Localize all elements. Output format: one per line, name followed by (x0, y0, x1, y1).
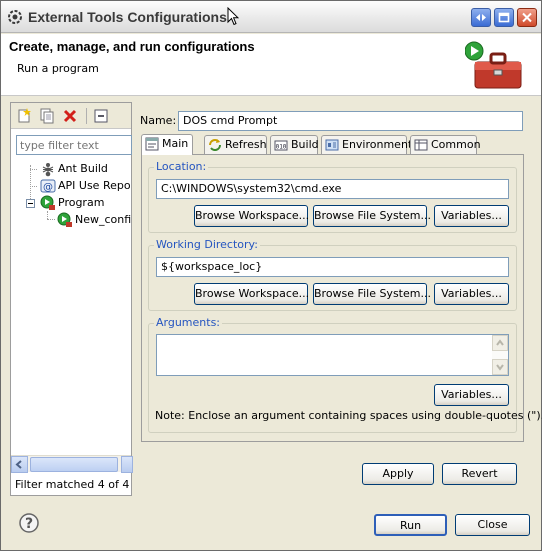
tab-main[interactable]: Main (141, 134, 193, 155)
tab-label: Build (291, 138, 319, 151)
maximize-button[interactable] (494, 8, 514, 27)
working-directory-title: Working Directory: (154, 238, 260, 251)
common-icon (414, 139, 428, 151)
banner-subtitle: Run a program (17, 62, 99, 75)
scroll-thumb[interactable] (30, 457, 118, 472)
collapse-all-icon[interactable] (93, 108, 109, 124)
delete-icon[interactable] (62, 108, 78, 124)
location-browse-workspace-button[interactable]: Browse Workspace... (194, 205, 309, 227)
close-window-button[interactable] (517, 8, 537, 27)
maximize-icon (498, 12, 510, 23)
mouse-cursor-icon (227, 7, 239, 26)
tree-horizontal-scrollbar[interactable] (11, 455, 133, 473)
arguments-variables-button[interactable]: Variables... (434, 384, 509, 406)
close-icon (522, 12, 532, 23)
main-tab-icon (145, 137, 159, 151)
new-configuration-icon[interactable] (16, 108, 32, 124)
tree-item-label: Program (58, 196, 105, 209)
location-group: Location: C:\WINDOWS\system32\cmd.exe Br… (148, 160, 517, 233)
title-bar[interactable]: External Tools Configurations (1, 1, 541, 33)
arrow-down-icon (496, 364, 504, 371)
tab-label: Environment (342, 138, 413, 151)
tab-refresh[interactable]: Refresh (204, 135, 267, 154)
working-directory-variables-button[interactable]: Variables... (434, 283, 509, 305)
location-browse-file-system-button[interactable]: Browse File System... (313, 205, 431, 227)
program-run-icon (40, 195, 55, 210)
svg-text:@: @ (43, 182, 53, 193)
filter-status: Filter matched 4 of 4 items (15, 478, 131, 491)
tree-guide (47, 219, 55, 220)
toolbox-run-icon (465, 41, 522, 89)
build-icon: 010 (274, 140, 288, 151)
revert-button[interactable]: Revert (442, 463, 517, 485)
configurations-panel: Ant Build @ API Use Report Program (10, 102, 133, 496)
name-label: Name: (140, 114, 177, 127)
tab-label: Common (431, 138, 481, 151)
tab-common[interactable]: Common (410, 135, 481, 154)
environment-icon (325, 139, 339, 151)
working-directory-group: Working Directory: ${workspace_loc} Brow… (148, 238, 517, 311)
eclipse-icon (8, 10, 22, 24)
name-input[interactable]: DOS cmd Prompt (178, 111, 523, 131)
tab-label: Main (162, 137, 189, 150)
ant-icon (42, 163, 54, 177)
api-report-icon: @ (40, 179, 56, 193)
scroll-left-button[interactable] (11, 456, 28, 473)
program-run-icon (57, 212, 72, 227)
refresh-icon (209, 139, 221, 151)
duplicate-icon[interactable] (39, 108, 55, 124)
arguments-note: Note: Enclose an argument containing spa… (155, 409, 542, 422)
configuration-tree: Ant Build @ API Use Report Program (11, 161, 131, 451)
swap-button[interactable] (471, 8, 491, 27)
working-directory-browse-file-system-button[interactable]: Browse File System... (313, 283, 431, 305)
svg-text:?: ? (25, 516, 33, 532)
tree-expander-program[interactable] (26, 199, 35, 208)
filter-input[interactable] (16, 135, 132, 155)
scroll-up-button[interactable] (492, 335, 508, 351)
tree-item-label: API Use Report (58, 179, 131, 192)
arrow-up-icon (496, 339, 504, 346)
header-banner: Create, manage, and run configurations R… (1, 34, 541, 96)
toolbar-separator (86, 108, 87, 124)
tree-item-label: Ant Build (58, 162, 108, 175)
arguments-title: Arguments: (154, 316, 223, 329)
scroll-down-button[interactable] (492, 359, 508, 375)
apply-button[interactable]: Apply (362, 463, 434, 485)
swap-arrows-icon (476, 14, 486, 21)
window-title: External Tools Configurations (28, 9, 227, 25)
tab-environment[interactable]: Environment (321, 135, 412, 154)
close-button[interactable]: Close (455, 514, 530, 536)
run-button[interactable]: Run (374, 514, 447, 536)
arrow-left-icon (15, 460, 22, 469)
banner-title: Create, manage, and run configurations (9, 39, 255, 54)
main-tab-content: Location: C:\WINDOWS\system32\cmd.exe Br… (141, 154, 542, 442)
location-variables-button[interactable]: Variables... (434, 205, 509, 227)
help-icon[interactable]: ? (19, 513, 39, 533)
tree-guide (30, 186, 37, 187)
tab-build[interactable]: 010 Build (270, 135, 319, 154)
configurations-toolbar (11, 103, 131, 129)
tree-guide (47, 211, 48, 219)
working-directory-browse-workspace-button[interactable]: Browse Workspace... (194, 283, 309, 305)
tree-guide (30, 169, 37, 170)
tree-item-label: New_configuration (75, 213, 131, 226)
working-directory-input[interactable]: ${workspace_loc} (156, 257, 509, 277)
arguments-scrollbar[interactable] (492, 335, 508, 375)
arguments-textarea[interactable] (156, 334, 509, 376)
location-input[interactable]: C:\WINDOWS\system32\cmd.exe (156, 179, 509, 199)
tab-label: Refresh (225, 138, 267, 151)
location-title: Location: (154, 160, 209, 173)
svg-text:010: 010 (276, 144, 287, 151)
scroll-right-button[interactable] (121, 456, 133, 473)
dialog-window: External Tools Configurations Create, ma… (0, 0, 542, 551)
